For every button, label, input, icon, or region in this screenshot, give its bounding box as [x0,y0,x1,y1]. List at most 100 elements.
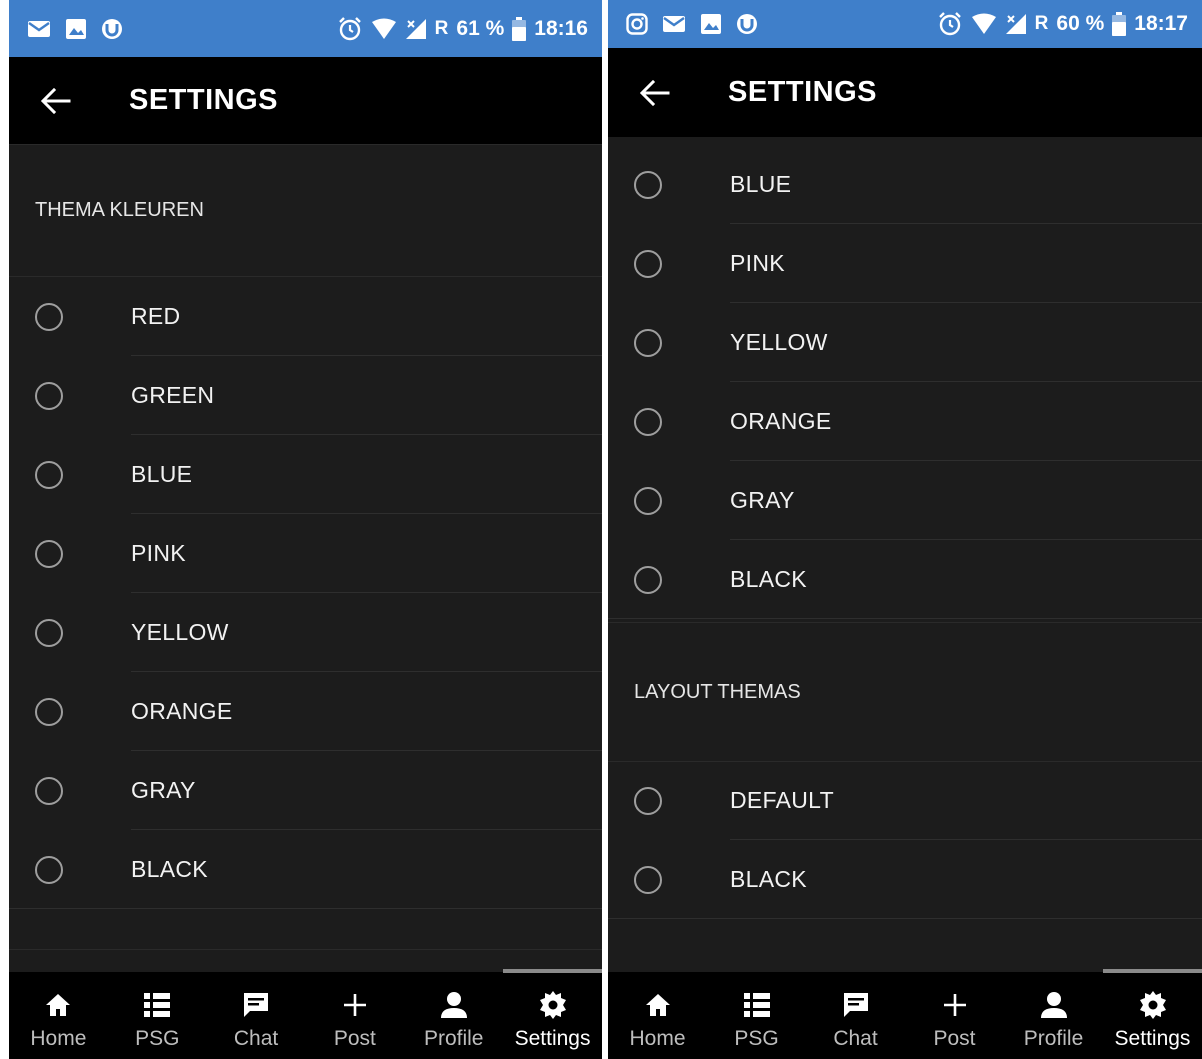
radio-option-orange[interactable]: ORANGE [608,382,1202,461]
radio-button[interactable] [634,170,662,199]
radio-button[interactable] [634,249,662,278]
nav-label: Profile [423,1027,484,1050]
radio-option-red[interactable]: RED [9,277,602,356]
home-icon [645,985,671,1025]
page-title: SETTINGS [728,76,878,108]
page-title: SETTINGS [129,84,279,116]
wifi-icon [371,18,397,40]
nav-item-post[interactable]: Post [905,972,1004,1059]
list-icon [743,985,770,1025]
radio-button[interactable] [35,539,63,568]
nav-label: Profile [1023,1027,1084,1050]
radio-button[interactable] [634,328,662,357]
roaming-label: R [434,17,449,39]
nav-item-chat[interactable]: Chat [207,972,306,1059]
chat-icon [842,985,870,1025]
clock-time: 18:16 [534,16,588,40]
nav-label: Post [333,1027,376,1050]
radio-option-layout-black[interactable]: BLACK [608,840,1202,919]
back-button[interactable] [11,57,101,144]
nav-item-settings[interactable]: Settings [503,972,602,1059]
radio-option-gray[interactable]: GRAY [9,751,602,830]
radio-option-pink[interactable]: PINK [608,224,1202,303]
radio-button[interactable] [634,865,662,894]
radio-option-yellow[interactable]: YELLOW [608,303,1202,382]
nav-item-psg[interactable]: PSG [707,972,806,1059]
nav-item-chat[interactable]: Chat [806,972,905,1059]
gear-icon [1138,985,1168,1025]
image-icon [700,13,722,35]
radio-button[interactable] [35,776,63,805]
option-label: PINK [131,540,186,566]
back-button[interactable] [610,49,700,136]
plus-icon [943,985,967,1025]
notification-icons [608,13,758,35]
radio-button[interactable] [35,460,63,489]
radio-button[interactable] [35,618,63,647]
radio-option-black[interactable]: BLACK [608,540,1202,619]
radio-option-orange[interactable]: ORANGE [9,672,602,751]
option-label: RED [131,303,181,329]
nav-item-home[interactable]: Home [608,972,707,1059]
radio-option-yellow[interactable]: YELLOW [9,593,602,672]
radio-option-blue[interactable]: BLUE [608,145,1202,224]
nav-item-psg[interactable]: PSG [108,972,207,1059]
nav-item-home[interactable]: Home [9,972,108,1059]
screenshot-canvas: R 61 % 18:16 SETTINGS THEMA KLEUREN RED [0,0,1202,1059]
app-bar: SETTINGS [608,48,1202,137]
divider [608,618,1202,619]
nav-label: PSG [734,1027,779,1050]
nav-label: Home [629,1027,686,1050]
radio-button[interactable] [35,381,63,410]
nav-label: Post [933,1027,976,1050]
bottom-navigation: Home PSG Chat Post Profile Settings [9,969,602,1059]
divider [608,918,1202,919]
radio-option-gray[interactable]: GRAY [608,461,1202,540]
chat-icon [242,985,270,1025]
nav-label: Settings [1114,1027,1191,1050]
active-tab-indicator [503,969,602,973]
status-bar: R 61 % 18:16 [9,0,602,57]
image-icon [65,18,87,40]
option-label: ORANGE [730,408,832,434]
radio-option-default[interactable]: DEFAULT [608,761,1202,840]
settings-list[interactable]: THEMA KLEUREN RED GREEN BLUE PINK YELLOW… [9,144,602,992]
radio-option-black[interactable]: BLACK [9,830,602,909]
app-bar: SETTINGS [9,57,602,144]
radio-button[interactable] [634,786,662,815]
option-label: BLACK [131,856,208,882]
radio-button[interactable] [634,407,662,436]
nav-item-profile[interactable]: Profile [404,972,503,1059]
mail-icon [27,19,51,39]
battery-percent: 60 % [1056,12,1105,35]
section-header-layout-themes: LAYOUT THEMAS [608,622,1202,762]
arrow-left-icon [640,79,670,106]
battery-icon [1112,12,1127,36]
radio-option-blue[interactable]: BLUE [9,435,602,514]
clock-time: 18:17 [1134,12,1188,35]
signal-icon [405,18,427,40]
battery-percent: 61 % [456,16,505,40]
nav-item-settings[interactable]: Settings [1103,972,1202,1059]
system-status: R 61 % 18:16 [337,16,602,42]
nav-label: Chat [233,1027,279,1050]
radio-button[interactable] [35,855,63,884]
radio-button[interactable] [634,565,662,594]
arrow-left-icon [41,87,71,114]
bottom-navigation: Home PSG Chat Post Profile Settings [608,969,1202,1059]
radio-option-green[interactable]: GREEN [9,356,602,435]
radio-button[interactable] [35,697,63,726]
option-label: GRAY [730,487,795,513]
radio-button[interactable] [634,486,662,515]
option-label: ORANGE [131,698,233,724]
radio-option-pink[interactable]: PINK [9,514,602,593]
option-label: GRAY [131,777,196,803]
status-bar: R 60 % 18:17 [608,0,1202,48]
alarm-icon [937,11,963,37]
plus-icon [343,985,367,1025]
settings-list[interactable]: BLUE PINK YELLOW ORANGE GRAY BLACK LAYOU… [608,137,1202,972]
nav-item-post[interactable]: Post [305,972,404,1059]
nav-item-profile[interactable]: Profile [1004,972,1103,1059]
radio-button[interactable] [35,302,63,331]
divider [9,908,602,909]
